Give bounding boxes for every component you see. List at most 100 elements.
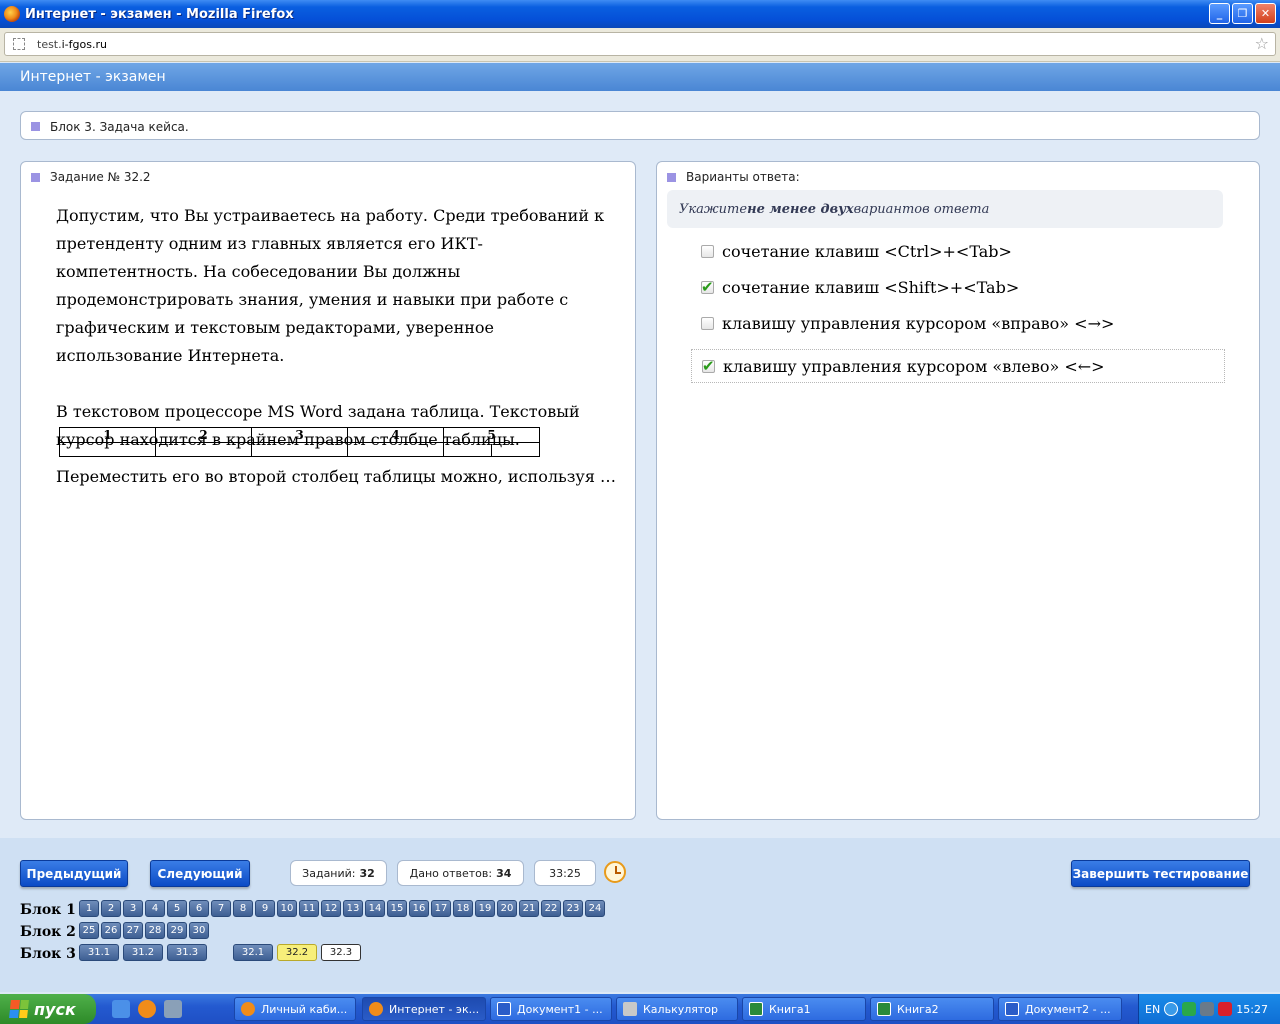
table-cell <box>251 442 348 457</box>
question-number-button[interactable]: 27 <box>123 922 143 939</box>
answer-option-label: сочетание клавиш <Shift>+<Tab> <box>722 277 1020 297</box>
question-number-button[interactable]: 14 <box>365 900 385 917</box>
question-number-button[interactable]: 32.1 <box>233 944 273 961</box>
previous-button[interactable]: Предыдущий <box>20 860 128 887</box>
taskbar-item[interactable]: Документ2 - ... <box>998 997 1122 1021</box>
block-1-label: Блок 1 <box>20 902 76 918</box>
answer-option-label: сочетание клавиш <Ctrl>+<Tab> <box>722 241 1012 261</box>
question-number-button[interactable]: 10 <box>277 900 297 917</box>
navigation-toolbar: test.i-fgos.ru ☆ <box>0 28 1280 62</box>
table-header-cell: 4 <box>347 427 444 443</box>
question-number-button[interactable]: 6 <box>189 900 209 917</box>
answer-checkbox[interactable] <box>701 244 714 258</box>
start-button[interactable]: пуск <box>0 994 96 1024</box>
question-number-button[interactable]: 7 <box>211 900 231 917</box>
block-label: Блок 3. Задача кейса. <box>50 119 189 134</box>
question-number-button[interactable]: 16 <box>409 900 429 917</box>
taskbar-item[interactable]: Книга1 <box>742 997 866 1021</box>
next-button[interactable]: Следующий <box>150 860 250 887</box>
table-header-cell: 2 <box>155 427 252 443</box>
question-number-button[interactable]: 22 <box>541 900 561 917</box>
question-number-button[interactable]: 18 <box>453 900 473 917</box>
question-number-button[interactable]: 23 <box>563 900 583 917</box>
taskbar-item[interactable]: Книга2 <box>870 997 994 1021</box>
question-number-button[interactable]: 32.3 <box>321 944 361 961</box>
answers-count: 34 <box>496 866 512 880</box>
tray-arrow-icon[interactable] <box>1164 1002 1179 1016</box>
question-number-button[interactable]: 5 <box>167 900 187 917</box>
word-icon <box>1005 1002 1019 1016</box>
block-bar: Блок 3. Задача кейса. <box>20 111 1260 140</box>
question-number-button[interactable]: 12 <box>321 900 341 917</box>
maximize-button[interactable]: ❐ <box>1232 3 1253 24</box>
table-header-cell: 3 <box>251 427 348 443</box>
question-number-button[interactable]: 17 <box>431 900 451 917</box>
question-number-button[interactable]: 20 <box>497 900 517 917</box>
question-number-button[interactable]: 19 <box>475 900 495 917</box>
url-bar[interactable]: test.i-fgos.ru ☆ <box>4 32 1276 56</box>
answer-checkbox[interactable] <box>701 316 714 330</box>
firefox-icon <box>369 1002 383 1016</box>
taskbar-item[interactable]: Документ1 - ... <box>490 997 612 1021</box>
question-number-button[interactable]: 15 <box>387 900 407 917</box>
question-number-button[interactable]: 3 <box>123 900 143 917</box>
ie-icon[interactable] <box>112 1000 130 1018</box>
quick-launch <box>112 1000 182 1018</box>
bookmark-star-icon[interactable]: ☆ <box>1255 34 1269 53</box>
question-number-button[interactable]: 30 <box>189 922 209 939</box>
finish-test-button[interactable]: Завершить тестирование <box>1071 860 1250 887</box>
answer-hint: Укажите не менее двух вариантов ответа <box>667 190 1223 228</box>
app-icon[interactable] <box>164 1000 182 1018</box>
excel-icon <box>749 1002 763 1016</box>
answer-option-4[interactable]: клавишу управления курсором «влево» <←> <box>691 349 1225 383</box>
question-number-button[interactable]: 31.3 <box>167 944 207 961</box>
answer-option-1[interactable]: сочетание клавиш <Ctrl>+<Tab> <box>691 234 1225 268</box>
question-paragraph-3: Переместить его во второй столбец таблиц… <box>56 467 617 486</box>
question-number-button[interactable]: 31.2 <box>123 944 163 961</box>
firefox-icon[interactable] <box>138 1000 156 1018</box>
question-paragraph-1: Допустим, что Вы устраиваетесь на работу… <box>56 206 605 365</box>
question-number-button[interactable]: 9 <box>255 900 275 917</box>
table-header-cell: 1 <box>59 427 156 443</box>
answer-checkbox-checked[interactable] <box>701 278 714 296</box>
question-number-button[interactable]: 8 <box>233 900 253 917</box>
question-number-button[interactable]: 29 <box>167 922 187 939</box>
word-table: 1 2 3 4 5 <box>59 427 540 457</box>
question-number-button[interactable]: 24 <box>585 900 605 917</box>
answers-count-box: Дано ответов: 34 <box>397 860 524 886</box>
taskbar-item[interactable]: Личный каби... <box>234 997 356 1021</box>
close-button[interactable]: ✕ <box>1255 3 1276 24</box>
answers-header: Варианты ответа: <box>686 170 800 184</box>
question-number-button[interactable]: 13 <box>343 900 363 917</box>
antivirus-icon[interactable] <box>1218 1002 1233 1016</box>
table-header-cell: 5 <box>443 427 540 443</box>
question-number-button[interactable]: 11 <box>299 900 319 917</box>
question-number-button[interactable]: 4 <box>145 900 165 917</box>
answer-option-2[interactable]: сочетание клавиш <Shift>+<Tab> <box>691 270 1225 304</box>
timer-box: 33:25 <box>534 860 596 886</box>
site-identity-icon[interactable] <box>13 38 25 50</box>
excel-icon <box>877 1002 891 1016</box>
question-number-button[interactable]: 1 <box>79 900 99 917</box>
language-indicator[interactable]: EN <box>1145 1003 1160 1016</box>
question-number-button[interactable]: 2 <box>101 900 121 917</box>
block-2-label: Блок 2 <box>20 924 76 940</box>
question-number-button[interactable]: 28 <box>145 922 165 939</box>
window-title-bar: Интернет - экзамен - Mozilla Firefox _ ❐… <box>0 0 1280 28</box>
answer-checkbox-checked[interactable] <box>702 357 715 375</box>
clock-time: 15:27 <box>1236 1002 1268 1016</box>
question-number-button[interactable]: 32.2 <box>277 944 317 961</box>
question-number-button[interactable]: 25 <box>79 922 99 939</box>
question-number-button[interactable]: 26 <box>101 922 121 939</box>
word-icon <box>497 1002 511 1016</box>
minimize-button[interactable]: _ <box>1209 3 1230 24</box>
window-title: Интернет - экзамен - Mozilla Firefox <box>25 6 294 22</box>
taskbar-item[interactable]: Калькулятор <box>616 997 738 1021</box>
question-number-button[interactable]: 31.1 <box>79 944 119 961</box>
taskbar-item-active[interactable]: Интернет - эк... <box>362 997 486 1021</box>
answer-option-3[interactable]: клавишу управления курсором «вправо» <→> <box>691 306 1225 340</box>
question-number-button[interactable]: 21 <box>519 900 539 917</box>
tray-app-icon[interactable] <box>1200 1002 1215 1016</box>
network-icon[interactable] <box>1182 1002 1197 1016</box>
answers-panel: Варианты ответа: Укажите не менее двух в… <box>656 161 1260 820</box>
